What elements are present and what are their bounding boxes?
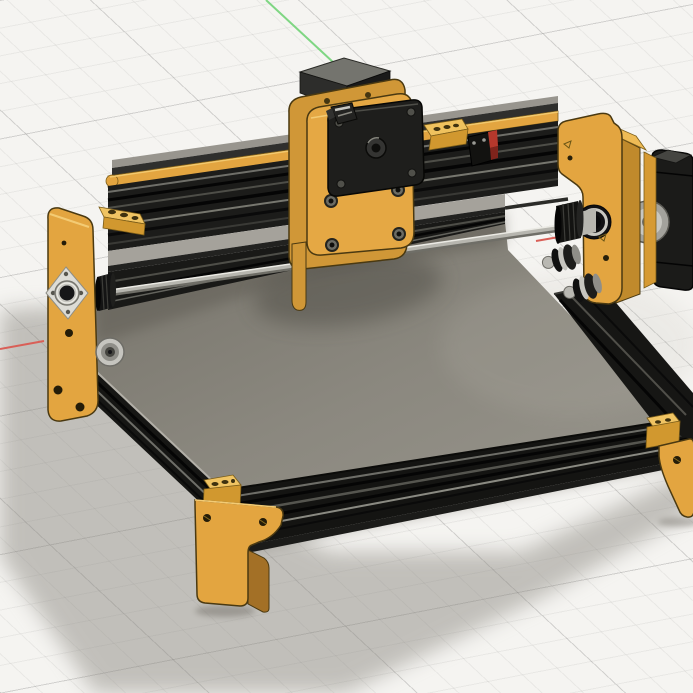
left-v-wheel[interactable] — [96, 338, 124, 366]
motor-mount-bar — [644, 152, 656, 288]
plate-hole — [62, 241, 67, 246]
flange-bolt — [66, 310, 70, 314]
bracket-slot — [444, 125, 451, 129]
motor-screw — [408, 169, 416, 177]
bracket-slot — [453, 124, 459, 128]
wheel-bolt — [108, 350, 112, 354]
pulley-flange — [555, 206, 562, 244]
shadow-foot-left — [195, 605, 255, 617]
flange-bolt — [64, 272, 68, 276]
bracket-slot — [655, 420, 661, 424]
plate-hole — [603, 255, 609, 261]
left-pulley[interactable] — [95, 273, 116, 311]
bracket-slot — [212, 482, 219, 486]
motor-screw — [337, 180, 345, 188]
flange-bore — [60, 286, 75, 301]
bracket-slot — [231, 479, 235, 483]
bracket-slot — [665, 418, 671, 422]
model-canvas[interactable]: CNC laser engraver frame assembly — [0, 0, 693, 693]
bracket-slot — [132, 216, 139, 220]
plate-hole — [568, 156, 573, 161]
plate-hole — [65, 329, 73, 337]
pulley-flange — [577, 200, 584, 238]
rear-plate-hole — [365, 92, 371, 98]
foot-side-face — [248, 550, 269, 612]
motor-screw — [407, 108, 415, 116]
rear-plate-hole — [324, 98, 330, 104]
standoff-bolt — [329, 199, 334, 204]
carriage-rear-plate-tab — [292, 242, 306, 310]
carriage-stepper-motor[interactable] — [326, 100, 424, 196]
right-pulley[interactable] — [555, 200, 584, 244]
bracket-slot — [434, 127, 441, 131]
y-axis-line — [266, 0, 334, 63]
bracket-slot — [120, 213, 128, 217]
switch-screw — [472, 141, 476, 145]
plate-hole — [76, 403, 85, 412]
cad-viewport[interactable]: CNC laser engraver frame assembly — [0, 0, 693, 693]
pulley-flange — [110, 273, 116, 307]
switch-red-side — [490, 146, 498, 160]
motor-shaft-hole — [372, 144, 381, 153]
switch-screw — [482, 138, 486, 142]
bracket-slot — [108, 210, 116, 214]
bracket-slot — [222, 480, 229, 484]
standoff-bolt — [397, 232, 402, 237]
right-v-wheel-upper[interactable] — [539, 242, 583, 277]
plate-hole — [54, 386, 63, 395]
standoff-bolt — [330, 243, 335, 248]
